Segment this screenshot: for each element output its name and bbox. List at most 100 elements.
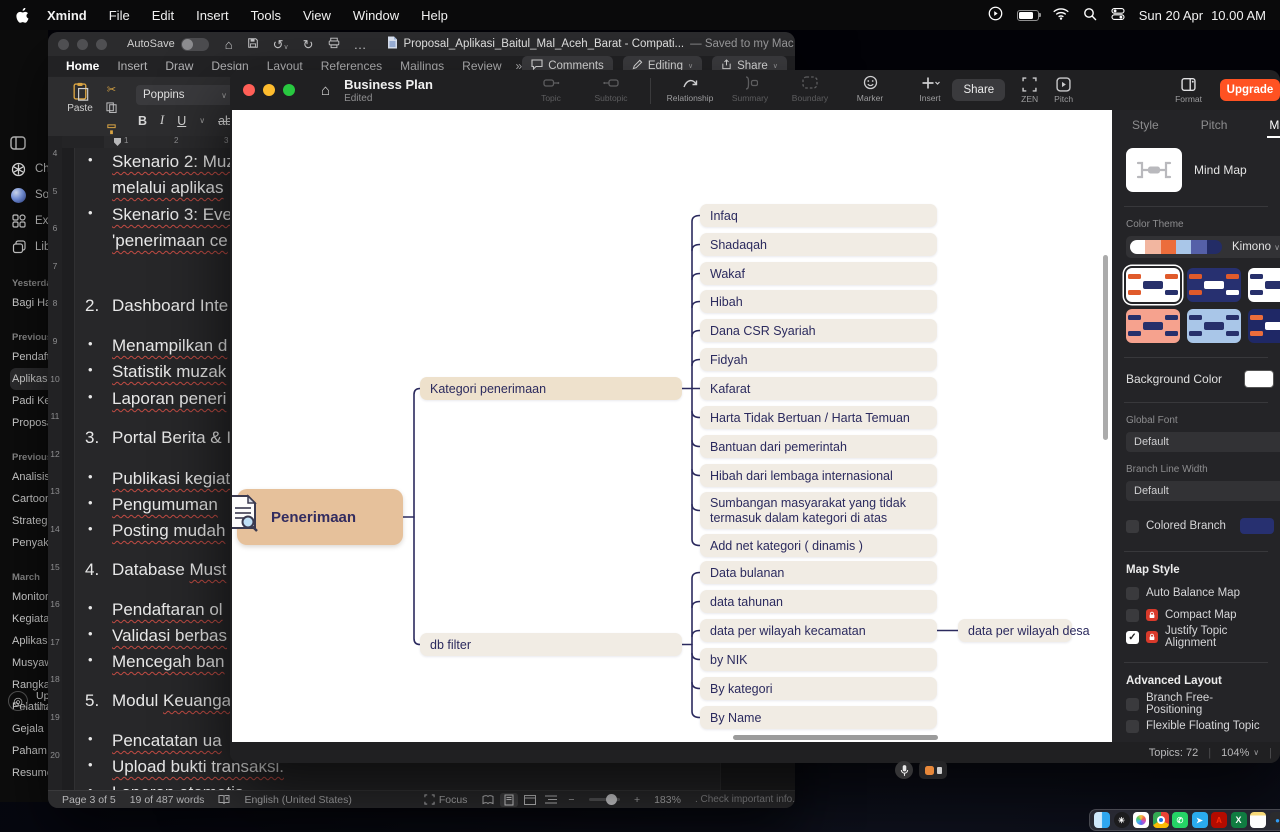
paste-button[interactable]: Paste [62, 82, 98, 132]
home-icon[interactable]: ⌂ [321, 82, 330, 99]
dock-icon-telegram[interactable]: ➤ [1192, 812, 1208, 828]
main-topic-kategori[interactable]: Kategori penerimaan [420, 377, 682, 400]
dictation-widget[interactable] [895, 761, 947, 779]
sidebar-history-item[interactable]: Analisis [10, 466, 48, 488]
insert-tool[interactable]: Insert [909, 74, 951, 103]
menu-item-window[interactable]: Window [353, 8, 399, 23]
sidebar-history-item[interactable]: Resume [10, 762, 48, 784]
screen-mirroring-icon[interactable] [988, 6, 1003, 24]
structure-row[interactable]: Mind Map [1126, 148, 1280, 192]
sidebar-nav-lib[interactable]: Lib [10, 234, 48, 260]
italic-button[interactable]: I [160, 113, 164, 128]
theme-thumbnail-5[interactable] [1187, 309, 1241, 343]
control-center-icon[interactable] [1111, 7, 1125, 24]
sidebar-history-item[interactable]: Penyakit [10, 532, 48, 554]
subtopic[interactable]: Hibah dari lembaga internasional [700, 464, 937, 487]
battery-icon[interactable] [1017, 10, 1039, 21]
indent-marker[interactable] [114, 138, 121, 146]
page-indicator[interactable]: Page 3 of 5 [62, 794, 116, 806]
bold-button[interactable]: B [138, 114, 147, 128]
zen-button[interactable]: ZEN [1021, 77, 1038, 104]
menu-bar-clock[interactable]: Sun 20 Apr 10.00 AM [1139, 8, 1266, 23]
print-icon[interactable] [328, 37, 340, 51]
dock-icon-chatgpt[interactable]: ✳ [1114, 812, 1130, 828]
checkbox[interactable] [1126, 609, 1139, 622]
menu-item-help[interactable]: Help [421, 8, 448, 23]
colored-branch-swatch[interactable] [1240, 518, 1274, 534]
sidebar-history-item[interactable]: Padi Ken [10, 390, 48, 412]
sidebar-history-item[interactable]: Paham A [10, 740, 48, 762]
sidebar-history-item[interactable]: Kegiatan [10, 608, 48, 630]
canvas-horizontal-scrollbar[interactable] [733, 735, 938, 740]
subtopic[interactable]: By Name [700, 706, 937, 729]
underline-button[interactable]: U [177, 114, 186, 128]
subtopic[interactable]: by NIK [700, 648, 937, 671]
theme-thumbnail-3[interactable] [1248, 268, 1280, 302]
option-justify-topic-alignment[interactable]: ✓Justify Topic Alignment [1126, 626, 1266, 648]
menu-item-xmind[interactable]: Xmind [47, 8, 87, 23]
focus-button[interactable]: Focus [424, 794, 468, 806]
main-topic-dbfilter[interactable]: db filter [420, 633, 682, 656]
undo-icon[interactable]: ↺∨ [273, 38, 289, 51]
menu-item-insert[interactable]: Insert [196, 8, 229, 23]
language-indicator[interactable]: English (United States) [244, 794, 351, 806]
relationship-tool[interactable]: Relationship [669, 74, 711, 103]
dock-icon-photos[interactable] [1133, 812, 1149, 828]
autosave-toggle[interactable] [181, 38, 209, 51]
option-flexible-floating-topic[interactable]: Flexible Floating Topic [1126, 715, 1266, 737]
dock-icon-chrome[interactable] [1153, 812, 1169, 828]
subtopic[interactable]: Sumbangan masyarakat yang tidak termasuk… [700, 492, 937, 529]
menu-item-file[interactable]: File [109, 8, 130, 23]
dock-icon-notes[interactable] [1250, 812, 1266, 828]
central-topic[interactable]: Penerimaan [237, 489, 403, 545]
subtopic[interactable]: data per wilayah kecamatan [700, 619, 937, 642]
color-theme-select[interactable]: Kimono ∨ [1126, 236, 1280, 258]
word-tab-insert[interactable]: Insert [117, 59, 147, 73]
print-layout-button[interactable] [500, 793, 518, 807]
background-color-swatch[interactable] [1244, 370, 1274, 388]
sidebar-history-item[interactable]: Cartoon [10, 488, 48, 510]
apple-icon[interactable] [16, 8, 29, 23]
zoom-out-button[interactable]: − [568, 794, 574, 806]
dock-icon-whatsapp[interactable]: ✆ [1172, 812, 1188, 828]
microphone-icon[interactable] [895, 761, 913, 779]
saved-status[interactable]: — Saved to my Mac [690, 38, 794, 50]
theme-thumbnail-1[interactable] [1126, 268, 1180, 302]
input-source-pill[interactable] [919, 761, 947, 779]
sidebar-nav-cha[interactable]: Cha [10, 156, 48, 182]
canvas-zoom-select[interactable]: 104% ∨ [1221, 747, 1259, 759]
theme-thumbnail-2[interactable] [1187, 268, 1241, 302]
dock-icon-adobe[interactable]: A [1211, 812, 1227, 828]
colored-branch-checkbox[interactable] [1126, 520, 1139, 533]
subtopic-desa[interactable]: data per wilayah desa [958, 619, 1072, 642]
redo-icon[interactable]: ↻ [303, 38, 314, 51]
subtopic[interactable]: Harta Tidak Bertuan / Harta Temuan [700, 406, 937, 429]
save-icon[interactable] [247, 37, 259, 51]
sidebar-history-item[interactable]: Aplikasi [10, 368, 48, 390]
sidebar-toggle-icon[interactable] [10, 130, 48, 156]
subtopic[interactable]: data tahunan [700, 590, 937, 613]
menu-item-view[interactable]: View [303, 8, 331, 23]
sidebar-history-item[interactable]: Monitori [10, 586, 48, 608]
global-font-select[interactable]: Default [1126, 432, 1280, 452]
sidebar-upgrade[interactable]: ◎ Up Mo [8, 690, 48, 712]
panel-tab-map[interactable]: Map [1269, 118, 1280, 132]
zoom-in-button[interactable]: + [634, 794, 640, 806]
mindmap-canvas[interactable]: Penerimaan Kategori penerimaan db filter In… [232, 110, 1112, 742]
dock-icon-excel[interactable]: X [1231, 812, 1247, 828]
pitch-button[interactable]: Pitch [1054, 77, 1073, 104]
sidebar-history-item[interactable]: Proposa [10, 412, 48, 434]
font-family-select[interactable]: Poppins ∨ [136, 85, 234, 105]
sidebar-history-item[interactable]: Strategi [10, 510, 48, 532]
subtopic[interactable]: Infaq [700, 204, 937, 227]
proofing-icon[interactable] [218, 794, 230, 805]
more-icon[interactable]: … [354, 38, 367, 51]
panel-tab-style[interactable]: Style [1132, 118, 1159, 132]
checkbox[interactable] [1126, 698, 1139, 711]
read-mode-button[interactable] [479, 793, 497, 807]
share-button[interactable]: Share [952, 79, 1005, 101]
branch-line-width-select[interactable]: Default [1126, 481, 1280, 501]
spotlight-search-icon[interactable] [1083, 7, 1097, 24]
outline-view-button[interactable] [542, 793, 560, 807]
subtopic[interactable]: Add net kategori ( dinamis ) [700, 534, 937, 557]
